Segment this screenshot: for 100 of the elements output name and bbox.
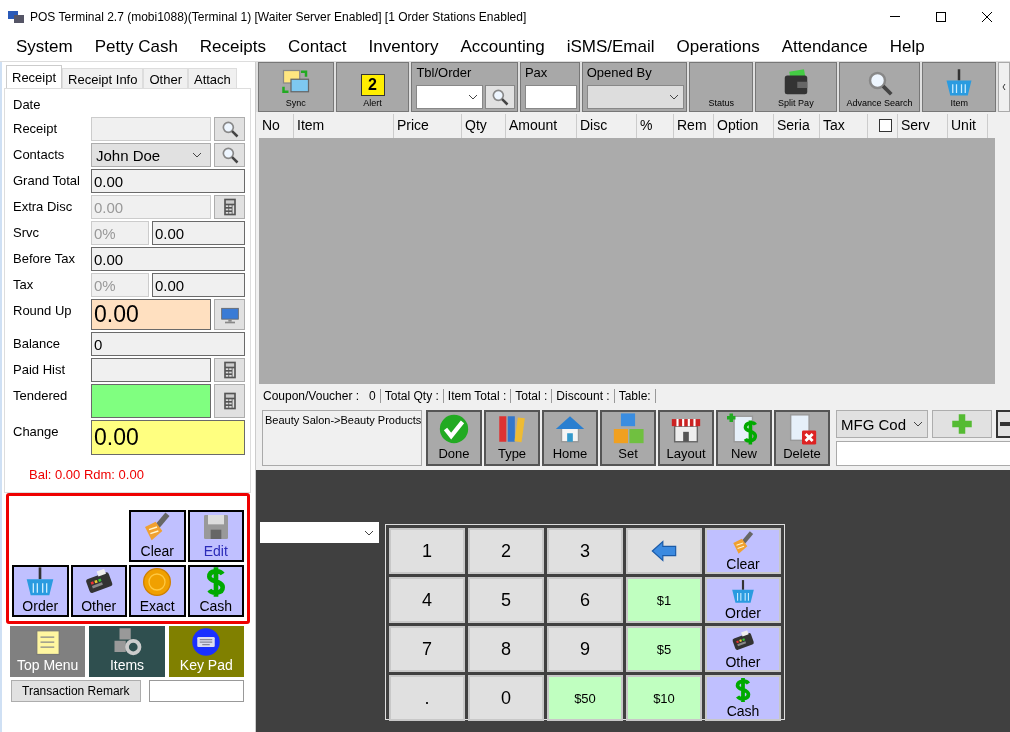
form-field[interactable]: 0 (91, 332, 245, 356)
field-label: Tendered (13, 387, 69, 403)
field-label: Change (13, 423, 60, 439)
calculator-button[interactable] (214, 358, 245, 382)
bill-amount-key[interactable]: $5 (626, 626, 702, 672)
keypad-key[interactable]: 1 (389, 528, 465, 574)
basket-icon (730, 579, 756, 605)
keypad-action-key[interactable]: Order (705, 577, 781, 623)
payment-button[interactable]: Order (12, 565, 69, 617)
chevron-down-icon (913, 421, 923, 427)
menu-tile[interactable]: Key Pad (168, 626, 244, 677)
action-button[interactable]: Type (484, 410, 540, 466)
tab[interactable]: Other (143, 68, 188, 88)
keypad-action-key[interactable]: Cash (705, 675, 781, 721)
keypad-key[interactable]: 4 (389, 577, 465, 623)
keypad-key[interactable]: 7 (389, 626, 465, 672)
action-button[interactable]: Layout (658, 410, 714, 466)
keypad-key[interactable]: 8 (468, 626, 544, 672)
close-icon[interactable] (982, 11, 992, 22)
search-button[interactable] (484, 85, 515, 109)
menu-item[interactable]: Accounting (449, 34, 556, 60)
tab[interactable]: Attach (187, 68, 237, 88)
summary-item: Table: (614, 389, 656, 403)
menu-item[interactable]: Attendance (770, 34, 879, 60)
action-button[interactable]: Set (600, 410, 656, 466)
pax-field[interactable] (524, 85, 577, 109)
action-button[interactable]: New (716, 410, 772, 466)
payment-button[interactable]: Exact (129, 565, 186, 617)
form-field[interactable]: 0.00 (91, 420, 245, 455)
search-button[interactable] (214, 143, 245, 167)
action-button[interactable]: Done (426, 410, 482, 466)
toolbar-button[interactable]: Split Pay (755, 62, 837, 112)
keypad-action-key[interactable]: Other (705, 626, 781, 672)
field-label: Date (13, 96, 42, 112)
form-field[interactable] (91, 358, 211, 382)
app-icon (8, 10, 24, 23)
remark-field[interactable] (148, 680, 244, 702)
keypad-action-key[interactable]: Clear (705, 528, 781, 574)
remark-button[interactable]: Transaction Remark (11, 680, 141, 702)
toolbar-button[interactable]: Item (922, 62, 997, 112)
action-button[interactable]: Home (542, 410, 598, 466)
summary-item: Coupon/Voucher : 0 (259, 389, 381, 403)
menu-tile[interactable]: Items (89, 626, 165, 677)
display-button[interactable] (214, 299, 245, 330)
form-field[interactable] (91, 384, 211, 418)
toolbar-label: Tbl/Order (416, 65, 473, 82)
chevron-down-icon (669, 94, 680, 100)
code-field[interactable] (836, 441, 1010, 466)
menu-item[interactable]: iSMS/Email (555, 34, 666, 60)
broom-icon (730, 530, 756, 556)
bill-amount-key[interactable]: $1 (626, 577, 702, 623)
maximize-icon[interactable] (936, 11, 946, 22)
action-button[interactable]: Delete (774, 410, 830, 466)
menu-item[interactable]: Receipts (188, 34, 277, 60)
summary-item: Total Qty : (380, 389, 444, 403)
backspace-key[interactable] (626, 528, 702, 574)
bill-amount-key[interactable]: $50 (547, 675, 623, 721)
menu-item[interactable]: System (5, 34, 84, 60)
chevron-down-icon (467, 94, 478, 100)
calculator-button[interactable] (214, 195, 245, 219)
toolbar-label: Pax (524, 65, 549, 82)
code-dropdown[interactable]: MFG Cod (836, 410, 928, 438)
toolbar-button[interactable]: Sync (258, 62, 334, 112)
keypad-key[interactable]: 5 (468, 577, 544, 623)
payment-button[interactable]: Cash (187, 565, 244, 617)
keypad-key[interactable]: 9 (547, 626, 623, 672)
amount-field[interactable]: 0.00 (152, 221, 245, 245)
search-button[interactable] (214, 117, 245, 141)
menu-item[interactable]: Inventory (357, 34, 450, 60)
payment-button[interactable]: Other (70, 565, 127, 617)
summary-item: Total : (511, 389, 553, 403)
payment-button[interactable]: Clear (129, 510, 186, 562)
toolbar-button[interactable]: Advance Search (838, 62, 921, 112)
form-field[interactable]: 0.00 (91, 299, 211, 330)
menu-item[interactable]: Operations (665, 34, 771, 60)
menu-tile[interactable]: Top Menu (10, 626, 86, 677)
menu-item[interactable]: Help (878, 34, 936, 60)
keypad-key[interactable]: . (389, 675, 465, 721)
keypad-key[interactable]: 0 (468, 675, 544, 721)
field-label: Paid Hist (13, 361, 67, 377)
contact-dropdown[interactable]: John Doe (91, 143, 211, 167)
alert-button[interactable]: 2 Alert (335, 62, 410, 112)
amount-field[interactable]: 0.00 (152, 273, 245, 297)
keypad-key[interactable]: 6 (547, 577, 623, 623)
tab[interactable]: Receipt Info (62, 68, 144, 88)
toolbar-button[interactable]: Status (689, 62, 754, 112)
keyboard-icon (191, 627, 222, 657)
menu-item[interactable]: Petty Cash (83, 34, 189, 60)
keypad-key[interactable]: 3 (547, 528, 623, 574)
form-field[interactable]: 0.00 (91, 247, 245, 271)
chevron-left-icon (1002, 83, 1006, 91)
keypad-key[interactable]: 2 (468, 528, 544, 574)
calculator-button[interactable] (214, 384, 245, 418)
chevron-down-icon (364, 529, 374, 536)
tab[interactable]: Receipt (6, 65, 63, 88)
menu-item[interactable]: Contact (277, 34, 358, 60)
table-dropdown[interactable] (416, 85, 483, 109)
form-field[interactable]: 0.00 (91, 169, 245, 193)
checkbox[interactable] (879, 119, 892, 132)
bill-amount-key[interactable]: $10 (626, 675, 702, 721)
